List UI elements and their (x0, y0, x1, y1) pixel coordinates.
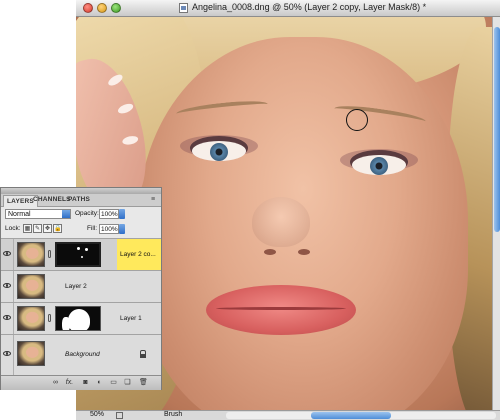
adjustment-layer-icon[interactable]: ◐ (95, 379, 104, 387)
fx-icon[interactable]: fx. (65, 379, 74, 387)
layer-thumbnail[interactable] (17, 274, 45, 299)
photo-lips (206, 285, 356, 335)
window-title: Angelina_0008.dng @ 50% (Layer 2 copy, L… (192, 2, 427, 12)
layer-name[interactable]: Layer 2 (65, 283, 87, 290)
lock-all-icon[interactable]: 🔒 (53, 224, 62, 233)
tab-paths[interactable]: PATHS (68, 196, 90, 203)
eye-icon (3, 283, 11, 288)
panel-tabs: LAYERS CHANNELS PATHS ≡ (1, 194, 161, 207)
blend-mode-value: Normal (8, 211, 31, 218)
layer-row-layer-2-copy[interactable]: Layer 2 co... (1, 238, 161, 270)
layer-name[interactable]: Background (65, 351, 100, 358)
panel-footer: ∞ fx. ◙ ◐ ▭ ❑ 🗑 (1, 375, 161, 390)
lock-label: Lock: (5, 225, 21, 232)
new-group-icon[interactable]: ▭ (109, 379, 118, 387)
chevron-down-icon (62, 210, 70, 218)
layer-thumbnail[interactable] (17, 242, 45, 267)
layer-name[interactable]: Layer 2 co... (120, 251, 156, 258)
layer-thumbnail[interactable] (17, 306, 45, 331)
visibility-toggle[interactable] (1, 239, 14, 270)
close-button[interactable] (83, 3, 93, 13)
opacity-slider-icon[interactable] (119, 209, 125, 219)
zoom-button[interactable] (111, 3, 121, 13)
title-bar[interactable]: Angelina_0008.dng @ 50% (Layer 2 copy, L… (76, 0, 500, 17)
link-icon[interactable] (48, 314, 51, 322)
layer-thumbnail[interactable] (17, 341, 45, 366)
fill-label: Fill: (87, 225, 98, 232)
lip-line (216, 307, 346, 310)
tab-channels[interactable]: CHANNELS (33, 196, 71, 203)
status-bar: 50% Brush (76, 410, 500, 420)
lock-fill-row: Lock: ▦ ✎ ✥ 🔒 Fill: 100% (1, 222, 161, 236)
document-icon (179, 3, 188, 13)
eye-icon (3, 351, 11, 356)
current-tool-label: Brush (164, 411, 183, 418)
status-info-icon[interactable] (116, 412, 123, 419)
lock-position-icon[interactable]: ✥ (43, 224, 52, 233)
visibility-toggle[interactable] (1, 303, 14, 334)
layer-mask-thumbnail[interactable] (55, 242, 101, 267)
opacity-label: Opacity: (75, 210, 99, 217)
link-icon[interactable] (48, 250, 51, 258)
zoom-field[interactable]: 50% (80, 411, 114, 420)
layer-mask-thumbnail[interactable] (55, 306, 101, 331)
fill-slider-icon[interactable] (119, 224, 125, 234)
right-eye (352, 155, 406, 175)
minimize-button[interactable] (97, 3, 107, 13)
visibility-toggle[interactable] (1, 335, 14, 375)
add-mask-icon[interactable]: ◙ (81, 379, 90, 387)
lock-icon (140, 350, 146, 358)
layer-row-layer-1[interactable]: Layer 1 (1, 302, 161, 334)
photo-nose (252, 197, 310, 247)
blend-opacity-row: Normal Opacity: 100% (1, 207, 161, 221)
link-layers-icon[interactable]: ∞ (51, 379, 60, 387)
fill-field[interactable]: 100% (99, 224, 119, 234)
left-eye (192, 141, 246, 161)
blend-mode-select[interactable]: Normal (5, 209, 71, 219)
horizontal-scrollbar[interactable] (226, 412, 496, 419)
eye-icon (3, 315, 11, 320)
vertical-scrollbar[interactable] (492, 17, 500, 410)
layer-row-layer-2[interactable]: Layer 2 (1, 270, 161, 302)
visibility-toggle[interactable] (1, 271, 14, 302)
vertical-scroll-thumb[interactable] (494, 27, 500, 232)
brush-cursor-icon (346, 109, 368, 131)
layer-row-background[interactable]: Background (1, 334, 161, 375)
lock-pixels-icon[interactable]: ✎ (33, 224, 42, 233)
horizontal-scroll-thumb[interactable] (311, 412, 391, 419)
trash-icon[interactable]: 🗑 (139, 379, 148, 387)
opacity-field[interactable]: 100% (99, 209, 119, 219)
panel-menu-icon[interactable]: ≡ (151, 196, 155, 203)
eye-icon (3, 251, 11, 256)
layer-name[interactable]: Layer 1 (120, 315, 142, 322)
layers-panel: LAYERS CHANNELS PATHS ≡ Normal Opacity: … (0, 187, 162, 390)
new-layer-icon[interactable]: ❑ (123, 379, 132, 387)
lock-transparent-icon[interactable]: ▦ (23, 224, 32, 233)
